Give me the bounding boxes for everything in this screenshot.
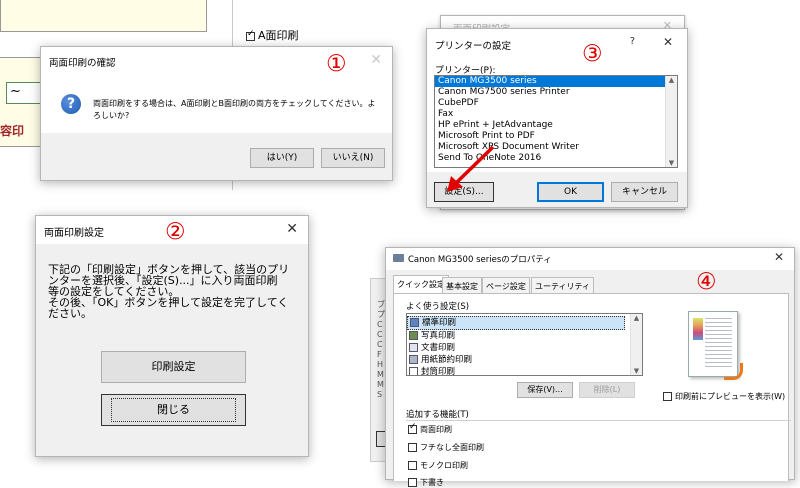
preset-label: 用紙節約印刷 xyxy=(421,355,473,365)
close-button-label: 閉じる xyxy=(111,398,236,422)
close-icon[interactable]: ✕ xyxy=(370,52,382,68)
preview-checkbox-label: 印刷前にプレビューを表示(W) xyxy=(675,392,786,401)
feature-draft[interactable]: 下書き xyxy=(408,477,444,488)
yes-button[interactable]: はい(Y) xyxy=(250,148,314,168)
instruction-line: ださい。 xyxy=(48,307,92,320)
list-item[interactable]: 封筒印刷 xyxy=(407,366,642,376)
close-icon[interactable]: ✕ xyxy=(286,221,298,237)
scroll-up-icon[interactable]: ▲ xyxy=(631,314,642,322)
duplex-confirm-dialog: 両面印刷の確認 ✕ ① ? 両面印刷をする場合は、A面印刷とB面印刷の両方をチェ… xyxy=(40,46,393,181)
annotation-number: ② xyxy=(165,219,186,245)
tab-main[interactable]: 基本設定 xyxy=(442,277,482,294)
scroll-down-icon[interactable]: ▼ xyxy=(631,367,642,375)
frequent-settings-label: よく使う設定(S) xyxy=(406,302,470,312)
photo-print-icon xyxy=(409,331,418,340)
delete-button[interactable]: 削除(L) xyxy=(579,382,635,398)
bg-checkbox-a-side[interactable]: A面印刷 xyxy=(246,27,299,43)
tab-utilities[interactable]: ユーティリティ xyxy=(531,277,595,294)
dialog-title: 両面印刷設定 xyxy=(44,228,104,239)
tab-page-setup[interactable]: ページ設定 xyxy=(482,277,530,294)
confirm-message: 両面印刷をする場合は、A面印刷とB面印刷の両方をチェックしてください。よろしいか… xyxy=(93,99,376,120)
feature-duplex[interactable]: 両面印刷 xyxy=(408,422,452,435)
dialog-title: Canon MG3500 seriesのプロパティ xyxy=(408,255,552,265)
feature-duplex-checkbox[interactable] xyxy=(408,422,417,434)
printer-properties-dialog: Canon MG3500 seriesのプロパティ ✕ ④ クイック設定 基本設… xyxy=(385,247,795,487)
checkbox-a-side-box[interactable] xyxy=(246,29,255,41)
feature-label: フチなし全面印刷 xyxy=(420,443,484,452)
list-item[interactable]: 文書印刷 xyxy=(407,342,642,354)
bg-partial-text-1: ~ xyxy=(10,84,21,99)
preset-label: 文書印刷 xyxy=(421,343,456,353)
feature-draft-checkbox[interactable] xyxy=(408,478,417,487)
vertical-scrollbar[interactable]: ▲ ▼ xyxy=(630,314,642,375)
feature-borderless[interactable]: フチなし全面印刷 xyxy=(408,442,484,453)
close-icon[interactable]: ✕ xyxy=(774,250,784,264)
feature-monochrome-checkbox[interactable] xyxy=(408,461,417,470)
additional-features-label: 追加する機能(T) xyxy=(406,410,469,420)
instructions-text: 下記の「印刷設定」ボタンを押して、該当のプリ ンターを選択後、「設定(S)...… xyxy=(48,264,289,319)
feature-label: モノクロ印刷 xyxy=(420,461,468,470)
envelope-icon xyxy=(409,367,418,375)
duplex-settings-dialog: 両面印刷設定 ✕ ② 下記の「印刷設定」ボタンを押して、該当のプリ ンターを選択… xyxy=(35,215,309,457)
bg-panel-top xyxy=(0,0,207,32)
list-item[interactable]: 標準印刷 xyxy=(407,316,625,330)
document-print-icon xyxy=(409,343,418,352)
preview-checkbox-box[interactable] xyxy=(663,392,672,401)
feature-borderless-checkbox[interactable] xyxy=(408,443,417,452)
preset-label: 標準印刷 xyxy=(422,318,457,328)
preview-checkbox[interactable]: 印刷前にプレビューを表示(W) xyxy=(663,391,785,402)
standard-print-icon xyxy=(410,318,419,327)
printer-icon xyxy=(393,254,404,262)
annotation-number: ① xyxy=(326,51,347,77)
list-item[interactable]: 用紙節約印刷 xyxy=(407,354,642,366)
preset-label: 封筒印刷 xyxy=(421,367,456,376)
question-icon: ? xyxy=(61,94,81,114)
dialog-title: 両面印刷の確認 xyxy=(49,58,116,69)
tab-quick-setup[interactable]: クイック設定 xyxy=(393,275,449,294)
preview-image xyxy=(693,318,703,340)
bg-partial-text-2: 容印 xyxy=(0,124,25,138)
printer-settings-dialog: プリンターの設定 ? ✕ ③ プリンター(P): Canon MG3500 se… xyxy=(426,28,688,208)
no-button[interactable]: いいえ(N) xyxy=(321,148,385,168)
feature-label: 下書き xyxy=(420,478,444,487)
print-settings-button[interactable]: 印刷設定 xyxy=(101,351,246,383)
feature-label: 両面印刷 xyxy=(420,425,452,434)
annotation-arrow xyxy=(447,145,495,192)
list-item[interactable]: 写真印刷 xyxy=(407,330,642,342)
annotation-number: ④ xyxy=(696,269,717,295)
checkbox-a-side-label: A面印刷 xyxy=(258,29,299,42)
print-preview-thumbnail xyxy=(688,311,743,380)
presets-listbox[interactable]: 標準印刷 写真印刷 文書印刷 用紙節約印刷 封筒印刷 ▲ ▼ xyxy=(406,313,643,376)
save-button[interactable]: 保存(V)... xyxy=(517,382,573,398)
preset-label: 写真印刷 xyxy=(421,331,456,341)
feature-monochrome[interactable]: モノクロ印刷 xyxy=(408,460,468,471)
dialog-titlebar: Canon MG3500 seriesのプロパティ ✕ xyxy=(386,248,794,270)
close-button[interactable]: 閉じる xyxy=(101,394,246,426)
ghost-window-labels: ブプCCCFHMMS xyxy=(377,300,385,399)
paper-saving-icon xyxy=(409,355,418,364)
